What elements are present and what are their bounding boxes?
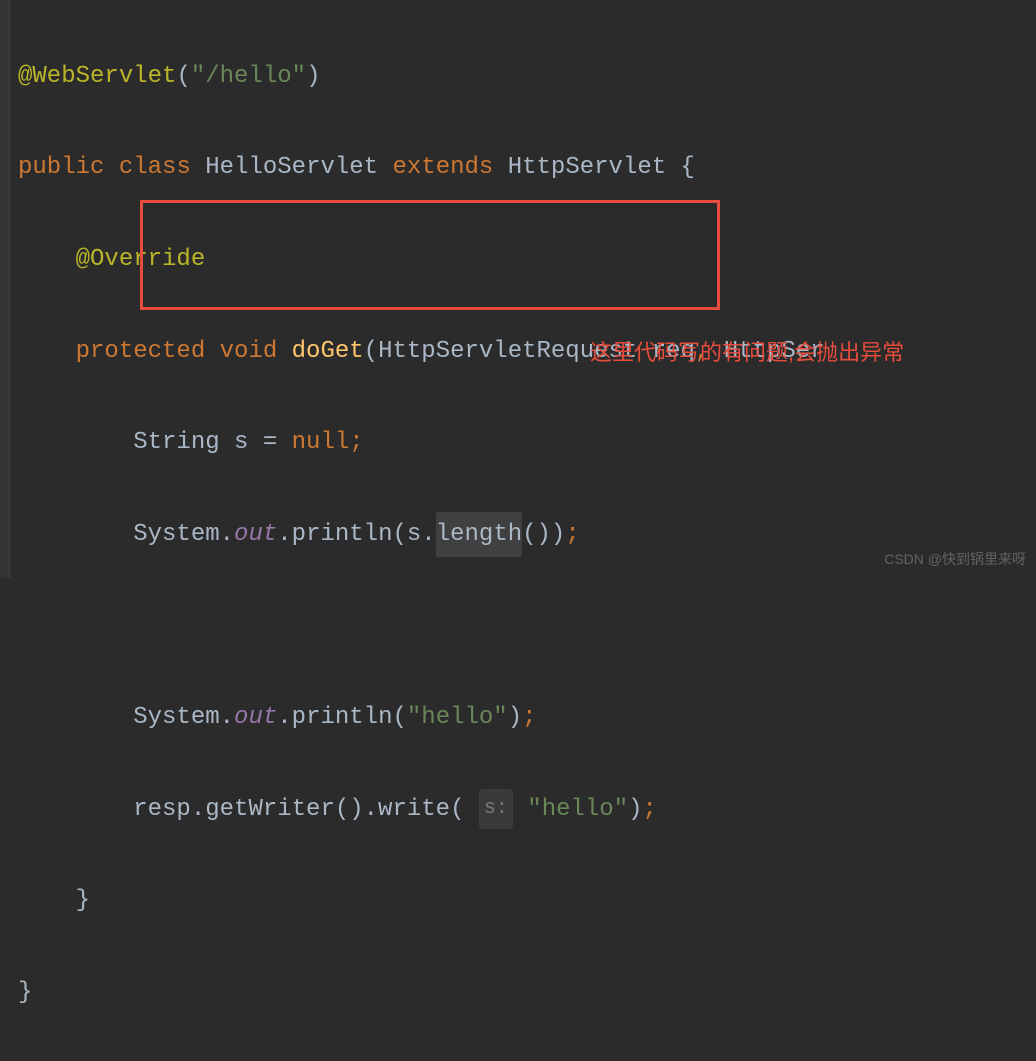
field-token: out	[234, 695, 277, 741]
code-line[interactable]: }	[18, 970, 1036, 1016]
class-token: HttpServlet	[508, 145, 681, 191]
indent	[18, 695, 133, 741]
string-token: "hello"	[407, 695, 508, 741]
annotation-token: @WebServlet	[18, 54, 176, 100]
code-line[interactable]: String s = null;	[18, 420, 1036, 466]
code-line[interactable]: }	[18, 878, 1036, 924]
code-token: .println(	[277, 695, 407, 741]
code-editor[interactable]: @WebServlet("/hello") public class Hello…	[0, 8, 1036, 1061]
indent	[18, 329, 76, 375]
keyword-token: void	[220, 329, 292, 375]
semicolon-token: ;	[349, 420, 363, 466]
brace-token: {	[681, 145, 695, 191]
code-line[interactable]: resp.getWriter().write( s: "hello");	[18, 786, 1036, 832]
code-token: resp.getWriter().write(	[133, 787, 479, 833]
indent	[18, 237, 76, 283]
keyword-token: public	[18, 145, 119, 191]
paren-token: (	[176, 54, 190, 100]
code-line[interactable]: System.out.println("hello");	[18, 695, 1036, 741]
paren-token: )	[306, 54, 320, 100]
code-token: System.	[133, 512, 234, 558]
annotation-text: 这里代码写的有问题,会抛出异常	[590, 332, 904, 374]
class-token: HelloServlet	[205, 145, 392, 191]
indent	[18, 878, 76, 924]
indent	[18, 787, 133, 833]
method-token: length	[436, 512, 522, 558]
keyword-token: class	[119, 145, 205, 191]
code-token: .println(s.	[277, 512, 435, 558]
editor-gutter	[0, 0, 10, 578]
code-line[interactable]: @WebServlet("/hello")	[18, 54, 1036, 100]
string-token: "hello"	[527, 787, 628, 833]
code-line[interactable]: @Override	[18, 237, 1036, 283]
code-token: ())	[522, 512, 565, 558]
semicolon-token: ;	[522, 695, 536, 741]
indent	[18, 512, 133, 558]
paren-token: (	[364, 329, 378, 375]
keyword-token: null	[292, 420, 350, 466]
brace-token: }	[76, 878, 90, 924]
code-token: String s =	[133, 420, 291, 466]
code-token: )	[628, 787, 642, 833]
code-token: System.	[133, 695, 234, 741]
annotation-token: @Override	[76, 237, 206, 283]
space	[513, 787, 527, 833]
keyword-token: protected	[76, 329, 220, 375]
watermark: CSDN @快到锅里来呀	[884, 546, 1026, 573]
method-token: doGet	[292, 329, 364, 375]
brace-token: }	[18, 970, 32, 1016]
indent	[18, 420, 133, 466]
code-line[interactable]: public class HelloServlet extends HttpSe…	[18, 145, 1036, 191]
param-hint: s:	[479, 789, 513, 829]
field-token: out	[234, 512, 277, 558]
semicolon-token: ;	[643, 787, 657, 833]
string-token: "/hello"	[191, 54, 306, 100]
keyword-token: extends	[392, 145, 507, 191]
semicolon-token: ;	[565, 512, 579, 558]
code-token: )	[508, 695, 522, 741]
code-line[interactable]	[18, 603, 1036, 649]
